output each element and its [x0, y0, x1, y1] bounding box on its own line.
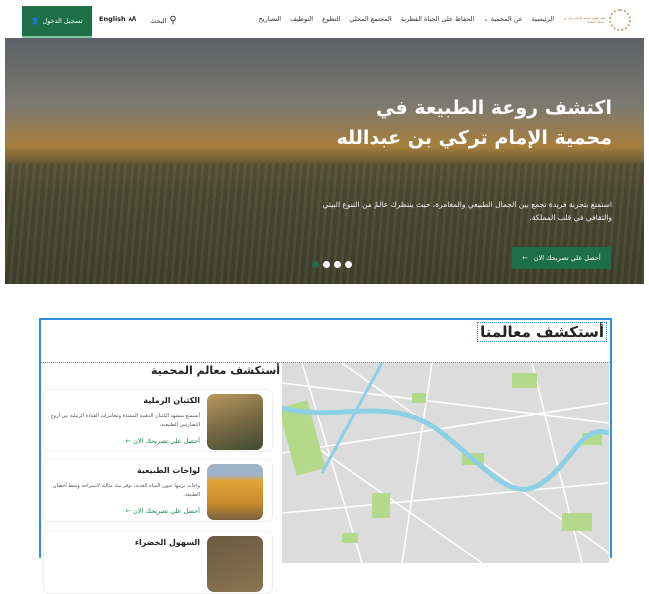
language-button[interactable]: English 🗚	[99, 15, 136, 24]
seal-icon	[609, 9, 631, 31]
nav-about-label: عن المحمية	[490, 15, 523, 23]
header: هيئة تطوير محمية الإمام تركي بن عبدالله …	[0, 0, 649, 38]
nav-community[interactable]: المجتمع المحلي	[349, 15, 391, 23]
card-title: لواحات الطبيعية	[136, 466, 200, 475]
search-label: البحث	[150, 16, 167, 25]
slide-dot[interactable]	[323, 261, 330, 268]
arrow-left-icon: ←	[125, 437, 132, 445]
hero-title: اكتشف روعة الطبيعة في محمية الإمام تركي …	[336, 97, 612, 149]
nav-home[interactable]: الرئيسية	[532, 15, 554, 23]
landmark-card[interactable]: السهول الخضراء	[43, 531, 273, 594]
arrow-left-icon: ←	[522, 254, 528, 262]
arrow-left-icon: ←	[125, 507, 132, 515]
slide-dot[interactable]	[312, 261, 319, 268]
translate-icon: 🗚	[128, 15, 137, 23]
card-text: واحات تزينها عيون المياه العذبة، توفر بي…	[52, 483, 200, 498]
hero-text: استمتع بتجربة فريدة تجمع بين الجمال الطب…	[322, 200, 612, 222]
get-permit-label: أحصل علي تصريحك الان	[533, 254, 601, 262]
logo-text: هيئة تطوير محمية الإمام تركي بن عبدالله …	[563, 16, 605, 24]
card-title: السهول الخضراء	[134, 538, 200, 547]
search-icon: ⚲	[169, 15, 177, 26]
hero-banner: اكتشف روعة الطبيعة في محمية الإمام تركي …	[5, 38, 644, 284]
card-title: الكثبان الرملية	[143, 396, 200, 405]
section-subtitle: أستكشف معالم المحمية	[151, 364, 281, 377]
map[interactable]	[282, 363, 609, 563]
card-text: أستمتع بمشهد الكثبان الذهبية الممتدة ومغ…	[50, 413, 200, 428]
nav-jobs[interactable]: التوظيف	[290, 15, 313, 23]
user-icon: 👤	[31, 17, 40, 25]
nav-about[interactable]: عن المحمية ⌄	[483, 15, 522, 23]
get-permit-button[interactable]: أحصل علي تصريحك الان ←	[512, 247, 611, 269]
card-image	[207, 536, 263, 592]
card-link-label: أحصل علي تصريحك الان	[133, 507, 200, 515]
card-link[interactable]: أحصل علي تصريحك الان ←	[126, 437, 200, 445]
section-title: أستكشف معالمنا	[477, 322, 607, 342]
logo[interactable]: هيئة تطوير محمية الإمام تركي بن عبدالله …	[557, 9, 631, 31]
nav-volunteer[interactable]: التطوع	[322, 15, 340, 23]
card-link-label: أحصل علي تصريحك الان	[133, 437, 200, 445]
slider-dots	[312, 261, 352, 268]
nav-wildlife[interactable]: الحفاظ على الحياة الفطرية	[401, 15, 475, 23]
language-label: English	[99, 15, 126, 23]
landmark-card[interactable]: الكثبان الرملية أستمتع بمشهد الكثبان الذ…	[43, 389, 273, 452]
login-button[interactable]: تسجيل الدخول 👤	[22, 6, 92, 38]
chevron-down-icon: ⌄	[483, 15, 489, 23]
login-label: تسجيل الدخول	[42, 17, 83, 25]
slide-dot[interactable]	[345, 261, 352, 268]
card-link[interactable]: أحصل علي تصريحك الان ←	[126, 507, 200, 515]
card-image	[207, 464, 263, 520]
explore-section: أستكشف معالمنا أستكشف معالم المحمية الكث…	[39, 318, 612, 594]
search-button[interactable]: ⚲ البحث	[150, 15, 177, 26]
map-graphic	[282, 363, 609, 563]
landmark-card[interactable]: لواحات الطبيعية واحات تزينها عيون المياه…	[43, 459, 273, 522]
nav-permits[interactable]: التصاريح	[259, 15, 282, 23]
card-image	[207, 394, 263, 450]
main-nav: الرئيسية عن المحمية ⌄ الحفاظ على الحياة …	[259, 15, 554, 23]
slide-dot[interactable]	[334, 261, 341, 268]
